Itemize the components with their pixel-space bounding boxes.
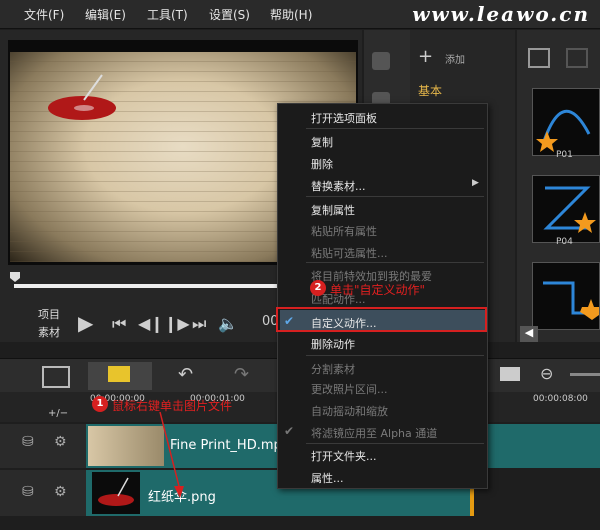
zoom-slider[interactable] [570, 373, 600, 376]
submenu-arrow-icon: ▶ [472, 178, 479, 188]
context-menu-separator [306, 355, 484, 356]
volume-icon[interactable]: 🔈 [218, 314, 238, 333]
project-mode-label[interactable]: 项目 [38, 306, 60, 322]
highlight-box [276, 307, 487, 332]
go-start-icon[interactable]: ⏮ [112, 314, 126, 334]
storyboard-view-icon[interactable] [42, 366, 70, 388]
scroll-left-icon[interactable]: ◀ [520, 326, 538, 342]
context-menu-item[interactable]: 打开选项面板 [311, 110, 377, 126]
track2-icon[interactable]: ⛁ [22, 484, 34, 500]
context-menu-item: 分割素材 [311, 363, 355, 376]
context-menu-separator [306, 262, 484, 263]
context-menu-item[interactable]: 删除 [311, 156, 333, 172]
menu-edit[interactable]: 编辑(E) [85, 6, 126, 23]
track2-header: ⛁ ⚙ [0, 470, 86, 516]
watermark: www.leawo.cn [412, 2, 590, 26]
undo-icon[interactable]: ↶ [178, 364, 193, 385]
track1-link-icon[interactable]: ⚙ [54, 434, 67, 450]
context-menu-item: 更改照片区间... [311, 383, 388, 396]
context-menu-item[interactable]: 打开文件夹... [311, 448, 377, 464]
add-label[interactable]: 添加 [445, 51, 465, 66]
context-menu-item[interactable]: 复制属性 [311, 202, 355, 218]
clip-mode-label[interactable]: 素材 [38, 324, 60, 340]
context-menu-separator [306, 196, 484, 197]
title-track-icon[interactable] [500, 367, 520, 381]
media-tab-icon[interactable] [372, 52, 390, 70]
context-menu-item[interactable]: 复制 [311, 134, 333, 150]
context-menu-separator [306, 128, 484, 129]
menu-help[interactable]: 帮助(H) [270, 6, 312, 23]
umbrella-image [48, 74, 116, 120]
context-menu-item[interactable]: 替换素材... [311, 178, 366, 194]
menu-settings[interactable]: 设置(S) [209, 6, 250, 23]
menu-bar: 文件(F) 编辑(E) 工具(T) 设置(S) 帮助(H) www.leawo.… [0, 0, 600, 29]
add-icon[interactable]: + [418, 46, 433, 67]
thumb-p01-label: P01 [556, 150, 573, 160]
thumb-p07[interactable] [532, 262, 600, 330]
context-menu-item: 粘贴可选属性... [311, 247, 388, 260]
play-icon[interactable]: ▶ [78, 311, 93, 335]
thumb-p04-label: P04 [556, 237, 573, 247]
context-menu-item[interactable]: 属性... [311, 470, 344, 486]
context-menu-item: 自动摇动和缩放 [311, 405, 388, 418]
timeline-view-icon [108, 366, 130, 382]
checkmark-icon: ✔ [284, 424, 295, 438]
step1-arrow [159, 411, 184, 498]
zoom-out-icon[interactable]: ⊖ [540, 364, 553, 383]
track1-icon[interactable]: ⛁ [22, 434, 34, 450]
ruler-time-2: 00:00:08:00 [533, 394, 588, 404]
track2-link-icon[interactable]: ⚙ [54, 484, 67, 500]
track1-header: ⛁ ⚙ [0, 424, 86, 468]
export-icon[interactable] [566, 48, 588, 68]
context-menu-item: 粘贴所有属性 [311, 225, 377, 238]
context-menu-item: 将滤镜应用至 Alpha 通道 [311, 427, 438, 440]
redo-icon[interactable]: ↷ [234, 364, 249, 385]
step1-badge: 1 [92, 396, 108, 412]
context-menu-item[interactable]: 删除动作 [311, 336, 355, 352]
thumb-p04[interactable] [532, 175, 600, 243]
import-icon[interactable] [528, 48, 550, 68]
thumb-p01[interactable] [532, 88, 600, 156]
prev-frame-icon[interactable]: ◀❙ [138, 314, 164, 333]
step2-text: 单击"自定义动作" [330, 283, 426, 297]
context-menu-separator [306, 443, 484, 444]
go-end-icon[interactable]: ⏭ [192, 314, 206, 334]
menu-tools[interactable]: 工具(T) [147, 6, 188, 23]
zoom-label[interactable]: +/− [48, 408, 68, 419]
menu-file[interactable]: 文件(F) [24, 6, 64, 23]
category-basic[interactable]: 基本 [418, 82, 442, 99]
image-clip-thumb [92, 472, 140, 514]
step2-badge: 2 [310, 280, 326, 296]
next-frame-icon[interactable]: ❙▶ [164, 314, 190, 333]
